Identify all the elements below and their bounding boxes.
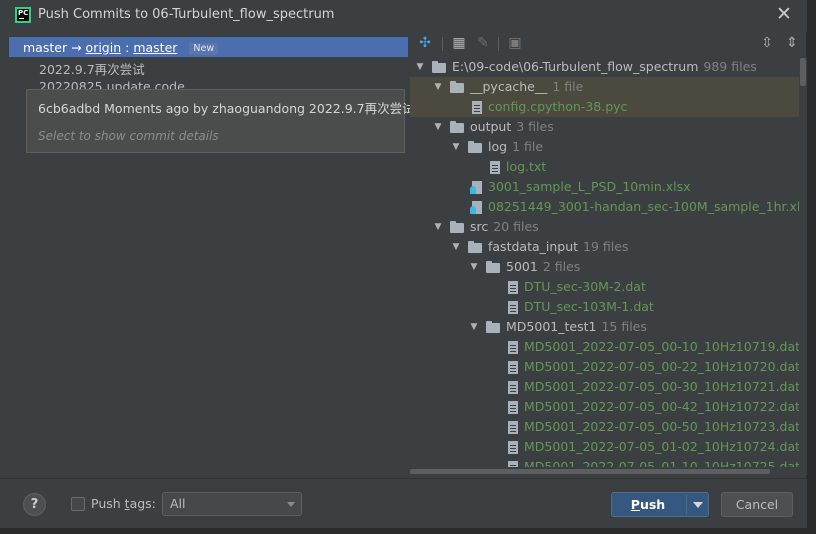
- file-icon: [508, 361, 518, 374]
- tree-node-root[interactable]: ▼ E:\09-code\06-Turbulent_flow_spectrum 9…: [410, 57, 799, 77]
- background-editor-bottom: [0, 528, 816, 534]
- tree-file-pyc[interactable]: config.cpython-38.pyc: [410, 97, 799, 117]
- tree-file-dat[interactable]: DTU_sec-103M-1.dat: [410, 297, 799, 317]
- commit-item[interactable]: 2022.9.7再次尝试: [39, 59, 145, 78]
- tree-file-log[interactable]: log.txt: [410, 157, 799, 177]
- tooltip-commit-details: 6cb6adbd Moments ago by zhaoguandong 202…: [38, 101, 415, 116]
- commit-tooltip: 6cb6adbd Moments ago by zhaoguandong 202…: [26, 89, 415, 153]
- expand-diff-icon[interactable]: ✣: [416, 34, 434, 52]
- collapse-all-icon[interactable]: ⇕: [783, 34, 801, 52]
- dialog-footer: ? Push tags: All Push Cancel: [0, 478, 807, 528]
- push-tags-checkbox[interactable]: [71, 497, 85, 511]
- title-bar: PC Push Commits to 06-Turbulent_flow_spe…: [0, 0, 807, 32]
- folder-icon: [450, 221, 464, 233]
- folder-icon: [486, 321, 500, 333]
- file-icon: [508, 421, 518, 434]
- tree-file-dat[interactable]: MD5001_2022-07-05_00-22_10Hz10720.dat: [410, 357, 799, 377]
- background-editor-edge: [807, 0, 816, 534]
- tree-node-pycache[interactable]: ▼ __pycache__ 1 file: [410, 77, 799, 97]
- tree-node-5001[interactable]: ▼ 5001 2 files: [410, 257, 799, 277]
- group-by-icon[interactable]: ▦: [450, 34, 468, 52]
- tags-select-value: All: [170, 496, 186, 511]
- tags-select[interactable]: All: [162, 492, 302, 516]
- tree-node-src[interactable]: ▼ src 20 files: [410, 217, 799, 237]
- spreadsheet-icon: [470, 181, 482, 194]
- folder-icon: [468, 141, 482, 153]
- folder-icon: [486, 261, 500, 273]
- tree-file-dat[interactable]: MD5001_2022-07-05_00-50_10Hz10723.dat: [410, 417, 799, 437]
- folder-icon: [432, 61, 446, 73]
- edit-source-icon[interactable]: ✎: [474, 34, 492, 52]
- tree-file-dat[interactable]: MD5001_2022-07-05_00-30_10Hz10721.dat: [410, 377, 799, 397]
- tooltip-hint: Select to show commit details: [38, 129, 219, 143]
- file-icon: [508, 441, 518, 454]
- spreadsheet-icon: [470, 201, 482, 214]
- file-icon: [508, 301, 518, 314]
- cancel-button[interactable]: Cancel: [721, 492, 793, 517]
- tree-node-log[interactable]: ▼ log 1 file: [410, 137, 799, 157]
- file-icon: [490, 161, 500, 174]
- push-options-dropdown-icon[interactable]: [693, 502, 703, 508]
- chevron-down-icon: [287, 502, 295, 507]
- window-title: Push Commits to 06-Turbulent_flow_spectr…: [38, 7, 335, 22]
- folder-icon: [450, 121, 464, 133]
- horizontal-scrollbar[interactable]: [410, 467, 799, 475]
- folder-icon: [468, 241, 482, 253]
- vertical-scrollbar[interactable]: [799, 57, 807, 475]
- branch-separator: :: [125, 40, 130, 55]
- remote-branch-link[interactable]: master: [133, 40, 177, 55]
- folder-icon: [450, 81, 464, 93]
- push-tags-label: Push tags:: [91, 496, 156, 511]
- push-commits-dialog: PC Push Commits to 06-Turbulent_flow_spe…: [0, 0, 807, 528]
- pycharm-logo-icon: PC: [15, 7, 31, 23]
- changed-files-tree: ▼ E:\09-code\06-Turbulent_flow_spectrum 9…: [410, 57, 799, 467]
- tree-file-xlsx[interactable]: 3001_sample_L_PSD_10min.xlsx: [410, 177, 799, 197]
- push-button-label: Push: [630, 497, 666, 512]
- tree-file-dat[interactable]: DTU_sec-30M-2.dat: [410, 277, 799, 297]
- tree-file-dat[interactable]: MD5001_2022-07-05_00-10_10Hz10719.dat: [410, 337, 799, 357]
- file-icon: [508, 341, 518, 354]
- file-icon: [508, 401, 518, 414]
- branch-row[interactable]: master → origin : master New: [9, 37, 408, 57]
- changes-toolbar: ✣ ▦ ✎ ▣ ⇳ ⇕: [410, 30, 807, 56]
- file-icon: [472, 101, 482, 114]
- tree-node-md5001[interactable]: ▼ MD5001_test1 15 files: [410, 317, 799, 337]
- help-button[interactable]: ?: [23, 493, 46, 516]
- push-button[interactable]: Push: [611, 492, 709, 517]
- new-badge: New: [189, 43, 219, 55]
- tree-file-dat[interactable]: MD5001_2022-07-05_00-42_10Hz10722.dat: [410, 397, 799, 417]
- tree-file-xlsx[interactable]: 08251449_3001-handan_sec-100M_sample_1hr…: [410, 197, 799, 217]
- tree-file-dat[interactable]: MD5001_2022-07-05_01-10_10Hz10725.dat: [410, 457, 799, 467]
- file-icon: [508, 281, 518, 294]
- tree-node-output[interactable]: ▼ output 3 files: [410, 117, 799, 137]
- tree-node-fastdata[interactable]: ▼ fastdata_input 19 files: [410, 237, 799, 257]
- show-diff-icon[interactable]: ▣: [506, 34, 524, 52]
- remote-link[interactable]: origin: [86, 40, 122, 55]
- expand-all-icon[interactable]: ⇳: [758, 34, 776, 52]
- arrow-right-icon: →: [71, 40, 82, 55]
- close-icon[interactable]: ✕: [775, 4, 793, 24]
- local-branch: master: [23, 40, 68, 55]
- file-icon: [508, 381, 518, 394]
- tree-file-dat[interactable]: MD5001_2022-07-05_01-02_10Hz10724.dat: [410, 437, 799, 457]
